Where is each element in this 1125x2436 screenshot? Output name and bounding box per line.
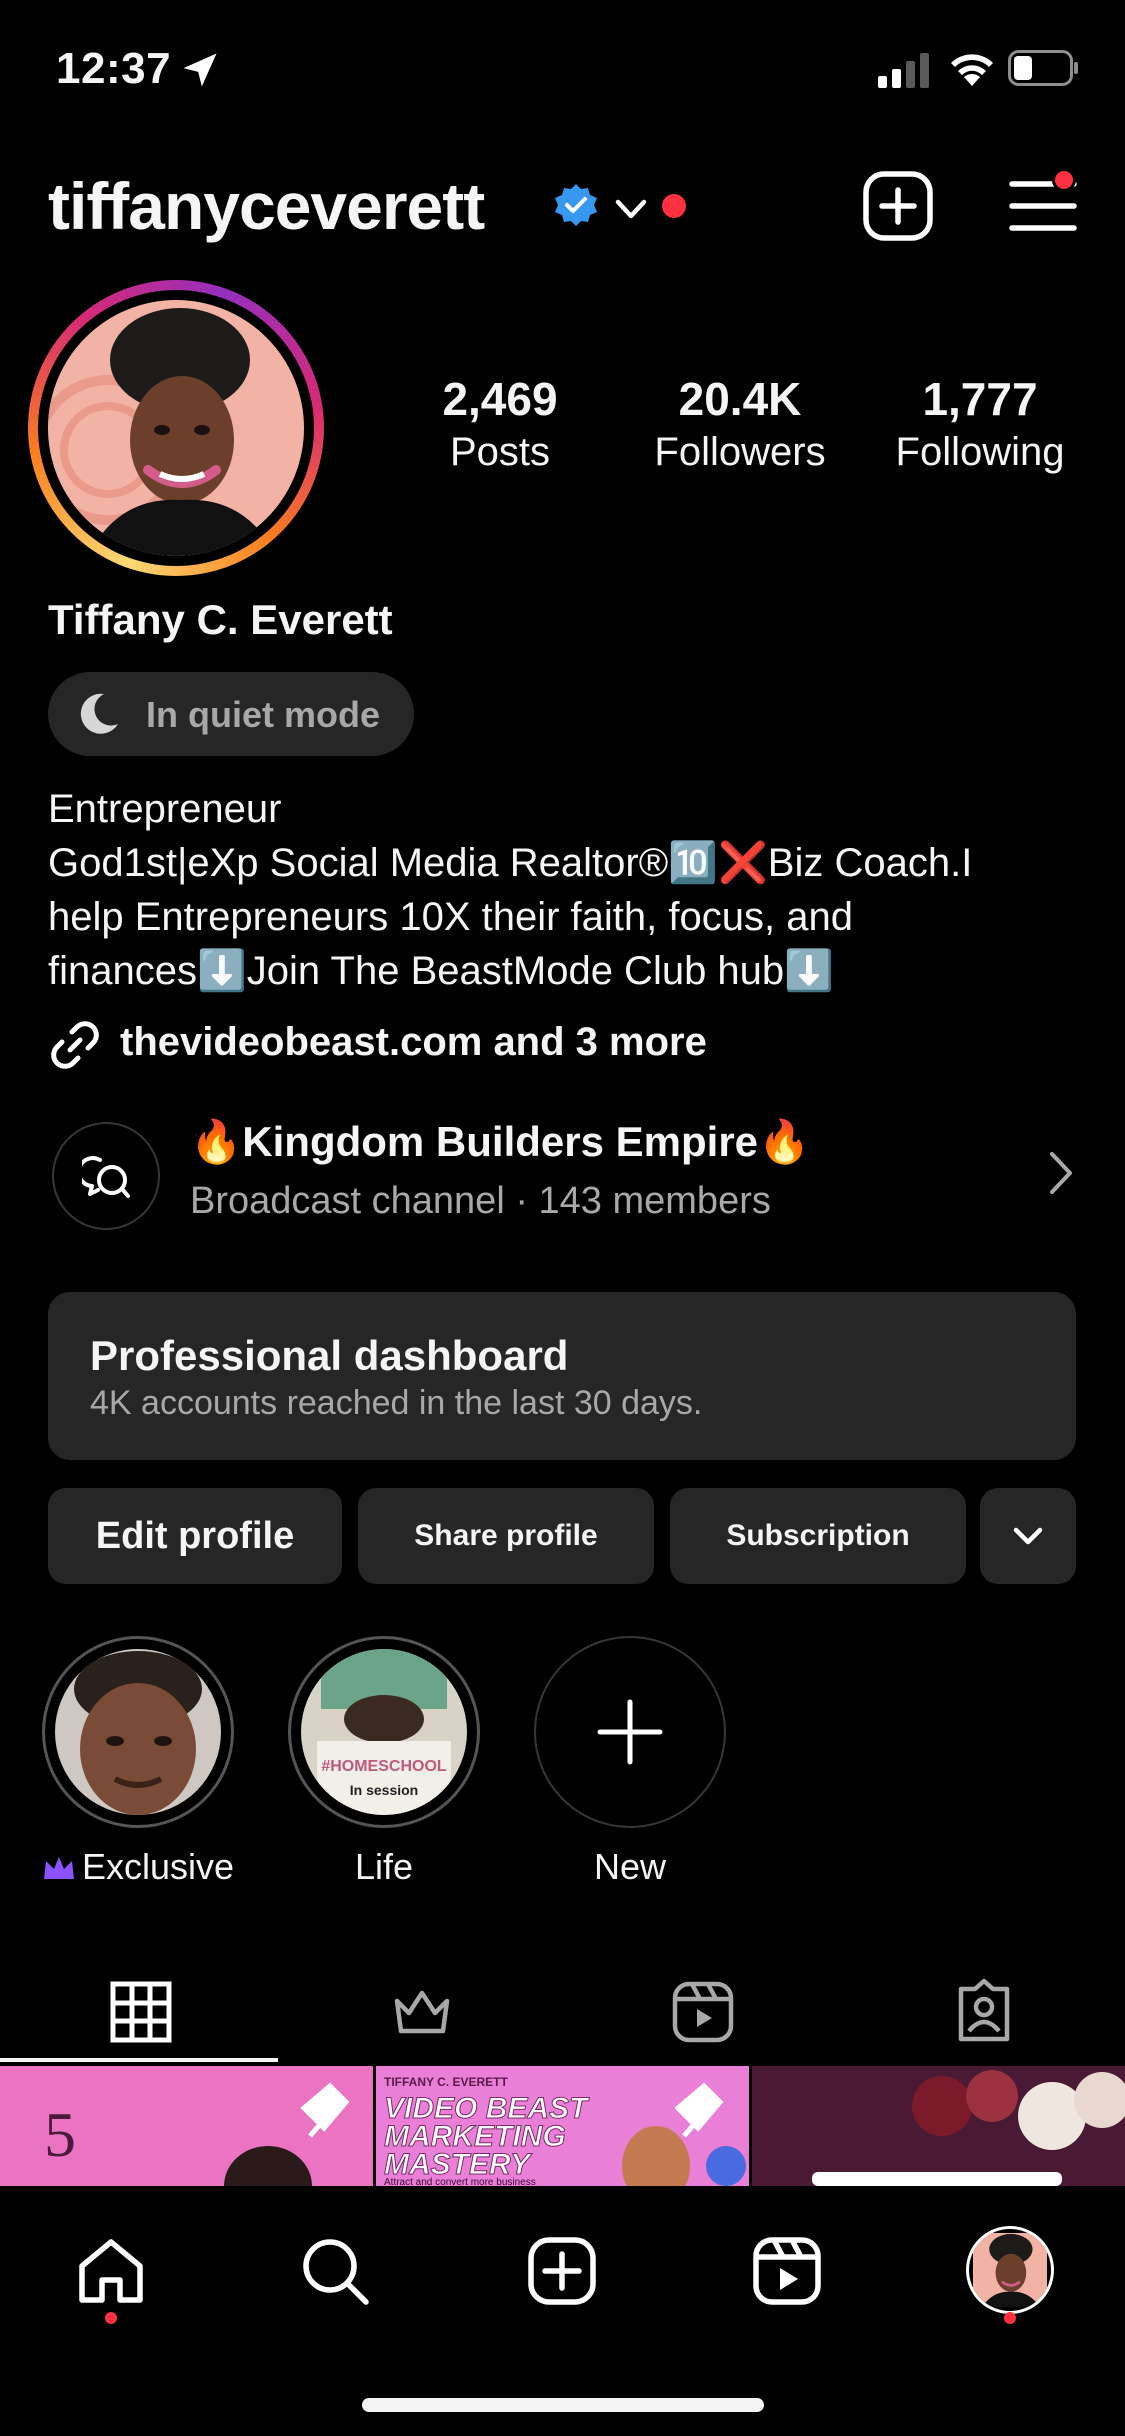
highlight-exclusive[interactable]: Exclusive: [38, 1636, 238, 1888]
subscription-button[interactable]: Subscription: [670, 1488, 966, 1584]
home-notification-dot: [105, 2312, 117, 2324]
nav-home[interactable]: [66, 2226, 156, 2316]
quiet-mode-pill[interactable]: In quiet mode: [48, 672, 414, 756]
status-time: 12:37: [56, 44, 172, 93]
grid-post-number: 5: [44, 2099, 76, 2170]
profile-link-text[interactable]: thevideobeast.com and 3 more: [120, 1020, 707, 1065]
tab-posts-grid[interactable]: [0, 1960, 281, 2064]
followers-count-label: Followers: [654, 430, 826, 474]
grid-post-image: TIFFANY C. EVERETT VIDEO BEAST MARKETING…: [376, 2066, 749, 2186]
posts-count-label: Posts: [449, 430, 551, 474]
moon-icon: [80, 693, 118, 734]
broadcast-channel-subtitle: Broadcast channel · 143 members: [190, 1180, 771, 1222]
grid-icon: [110, 1981, 171, 2043]
profile-bio: Entrepreneur God1st|eXp Social Media Rea…: [48, 782, 1088, 998]
posts-count-value: 2,469: [442, 373, 558, 425]
bio-line: Entrepreneur: [48, 787, 282, 831]
grid-post-image: [752, 2066, 1125, 2186]
chevron-right-icon: [1050, 1152, 1072, 1194]
crown-icon: [43, 1857, 74, 1879]
avatar-photo: [48, 300, 304, 556]
following-count-value: 1,777: [922, 373, 1038, 425]
menu-notification-dot: [1052, 168, 1076, 192]
grid-post-caption: Attract and convert more business: [384, 2177, 536, 2186]
highlight-exclusive-text: Exclusive: [81, 1846, 235, 1887]
highlight-exclusive-photo: [55, 1649, 221, 1815]
highlight-exclusive-label: Exclusive: [38, 1846, 238, 1888]
edit-profile-button[interactable]: Edit profile: [48, 1488, 342, 1584]
home-indicator: [362, 2398, 764, 2412]
dashboard-title: Professional dashboard: [90, 1332, 569, 1379]
profile-avatar[interactable]: [28, 280, 324, 576]
broadcast-chat-icon: [82, 1156, 130, 1198]
posts-grid: 5 TIFFANY C. EVERETT VIDEO BEAST MARKETI…: [0, 2066, 1125, 2186]
home-icon: [79, 2239, 143, 2303]
suggested-accounts-button[interactable]: [980, 1488, 1076, 1584]
grid-post[interactable]: [752, 2066, 1125, 2186]
posts-count[interactable]: 2,469 Posts: [390, 372, 610, 475]
grid-post[interactable]: 5: [0, 2066, 373, 2186]
quiet-mode-label: In quiet mode: [146, 694, 380, 735]
highlight-new-label: New: [593, 1846, 667, 1887]
cellular-signal-icon: [878, 53, 929, 88]
account-switch-chevron-icon[interactable]: [612, 190, 650, 228]
crown-outline-icon: [394, 1990, 449, 2034]
grid-post-image: 5: [0, 2066, 373, 2186]
nav-search[interactable]: [290, 2226, 380, 2316]
profile-content-tabs: [0, 1960, 1125, 2064]
verified-badge-icon: [555, 184, 597, 226]
share-profile-button[interactable]: Share profile: [358, 1488, 654, 1584]
bio-line: God1st|eXp Social Media Realtor®🔟❌Biz Co…: [48, 841, 973, 885]
battery-icon: [1008, 50, 1078, 86]
wifi-icon: [951, 54, 993, 86]
highlight-life-overlay-line1: #HOMESCHOOL: [321, 1758, 447, 1775]
active-tab-indicator: [0, 2058, 278, 2062]
display-name: Tiffany C. Everett: [48, 596, 393, 643]
chevron-down-icon: [1013, 1527, 1043, 1545]
highlight-new[interactable]: New: [530, 1636, 730, 1888]
profile-avatar-small: [973, 2233, 1047, 2307]
grid-post-caption: TIFFANY C. EVERETT: [384, 2075, 508, 2089]
profile-notification-dot: [1004, 2312, 1016, 2324]
tab-subscriptions[interactable]: [281, 1960, 562, 2064]
account-notification-dot: [662, 194, 686, 218]
highlight-life-photo: #HOMESCHOOL In session: [301, 1649, 467, 1815]
link-icon: [51, 1021, 99, 1069]
tab-tagged[interactable]: [843, 1960, 1124, 2064]
tagged-person-icon: [958, 1979, 1009, 2042]
create-post-icon[interactable]: [862, 170, 934, 242]
followers-count-value: 20.4K: [678, 373, 802, 425]
following-count[interactable]: 1,777 Following: [870, 372, 1090, 475]
broadcast-channel-row[interactable]: 🔥Kingdom Builders Empire🔥 Broadcast chan…: [52, 1118, 1082, 1232]
dashboard-subtitle: 4K accounts reached in the last 30 days.: [90, 1384, 703, 1422]
grid-post[interactable]: TIFFANY C. EVERETT VIDEO BEAST MARKETING…: [376, 2066, 749, 2186]
broadcast-channel-avatar: [52, 1122, 160, 1230]
professional-dashboard-card[interactable]: Professional dashboard 4K accounts reach…: [48, 1292, 1076, 1460]
bio-line: help Entrepreneurs 10X their faith, focu…: [48, 895, 853, 939]
location-arrow-icon: [183, 53, 217, 87]
nav-create[interactable]: [517, 2226, 607, 2316]
following-count-label: Following: [895, 430, 1065, 474]
search-icon: [303, 2239, 369, 2305]
profile-username[interactable]: tiffanyceverett: [48, 168, 485, 244]
reels-icon: [753, 2237, 821, 2305]
nav-profile-avatar[interactable]: [966, 2226, 1054, 2314]
create-post-icon: [528, 2237, 596, 2305]
followers-count[interactable]: 20.4K Followers: [630, 372, 850, 475]
highlight-life[interactable]: #HOMESCHOOL In session Life: [284, 1636, 484, 1888]
highlight-life-overlay-line2: In session: [350, 1782, 418, 1798]
tab-reels[interactable]: [562, 1960, 843, 2064]
highlight-life-label: Life: [354, 1846, 414, 1887]
plus-icon: [597, 1699, 663, 1765]
nav-reels[interactable]: [742, 2226, 832, 2316]
broadcast-channel-name: 🔥Kingdom Builders Empire🔥: [190, 1118, 811, 1165]
reels-icon: [672, 1981, 733, 2043]
bio-line: finances⬇️Join The BeastMode Club hub⬇️: [48, 949, 834, 993]
